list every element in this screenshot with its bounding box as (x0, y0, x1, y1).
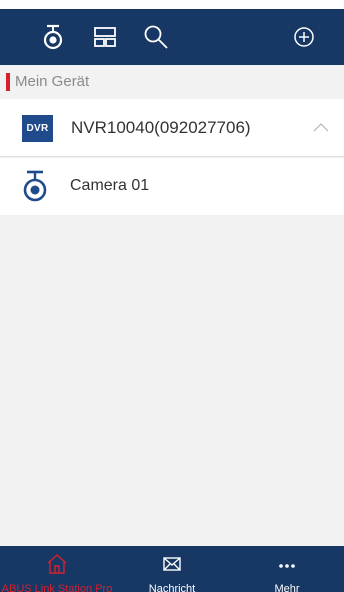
nav-item-home[interactable]: ABUS Link Station Pro (0, 546, 114, 592)
mail-icon (161, 553, 183, 575)
layout-icon[interactable] (91, 23, 119, 51)
section-title: Mein Gerät (15, 73, 90, 90)
nav-item-more[interactable]: Mehr (230, 546, 344, 592)
home-icon (46, 553, 68, 575)
add-circle-icon[interactable] (290, 23, 318, 51)
device-name: NVR10040(092027706) (71, 118, 251, 137)
camera-name: Camera 01 (70, 177, 150, 194)
search-icon[interactable] (142, 23, 170, 51)
nav-label-message: Nachricht (148, 583, 196, 592)
nav-label-home: ABUS Link Station Pro (1, 583, 113, 592)
camera-channel-icon (21, 169, 49, 203)
section-accent-bar (6, 73, 10, 91)
nav-label-more: Mehr (274, 583, 300, 592)
device-row[interactable]: DVR NVR10040(092027706) (0, 99, 344, 157)
camera-icon[interactable] (39, 23, 67, 51)
more-icon (276, 553, 298, 575)
bottom-nav: ABUS Link Station Pro Nachricht Mehr (0, 546, 344, 592)
chevron-up-icon[interactable] (312, 121, 330, 133)
status-bar-area (0, 0, 344, 9)
nav-item-message[interactable]: Nachricht (115, 546, 229, 592)
section-header: Mein Gerät (0, 65, 344, 99)
dvr-badge: DVR (22, 115, 53, 142)
camera-row[interactable]: Camera 01 (0, 158, 344, 215)
top-toolbar (0, 9, 344, 65)
